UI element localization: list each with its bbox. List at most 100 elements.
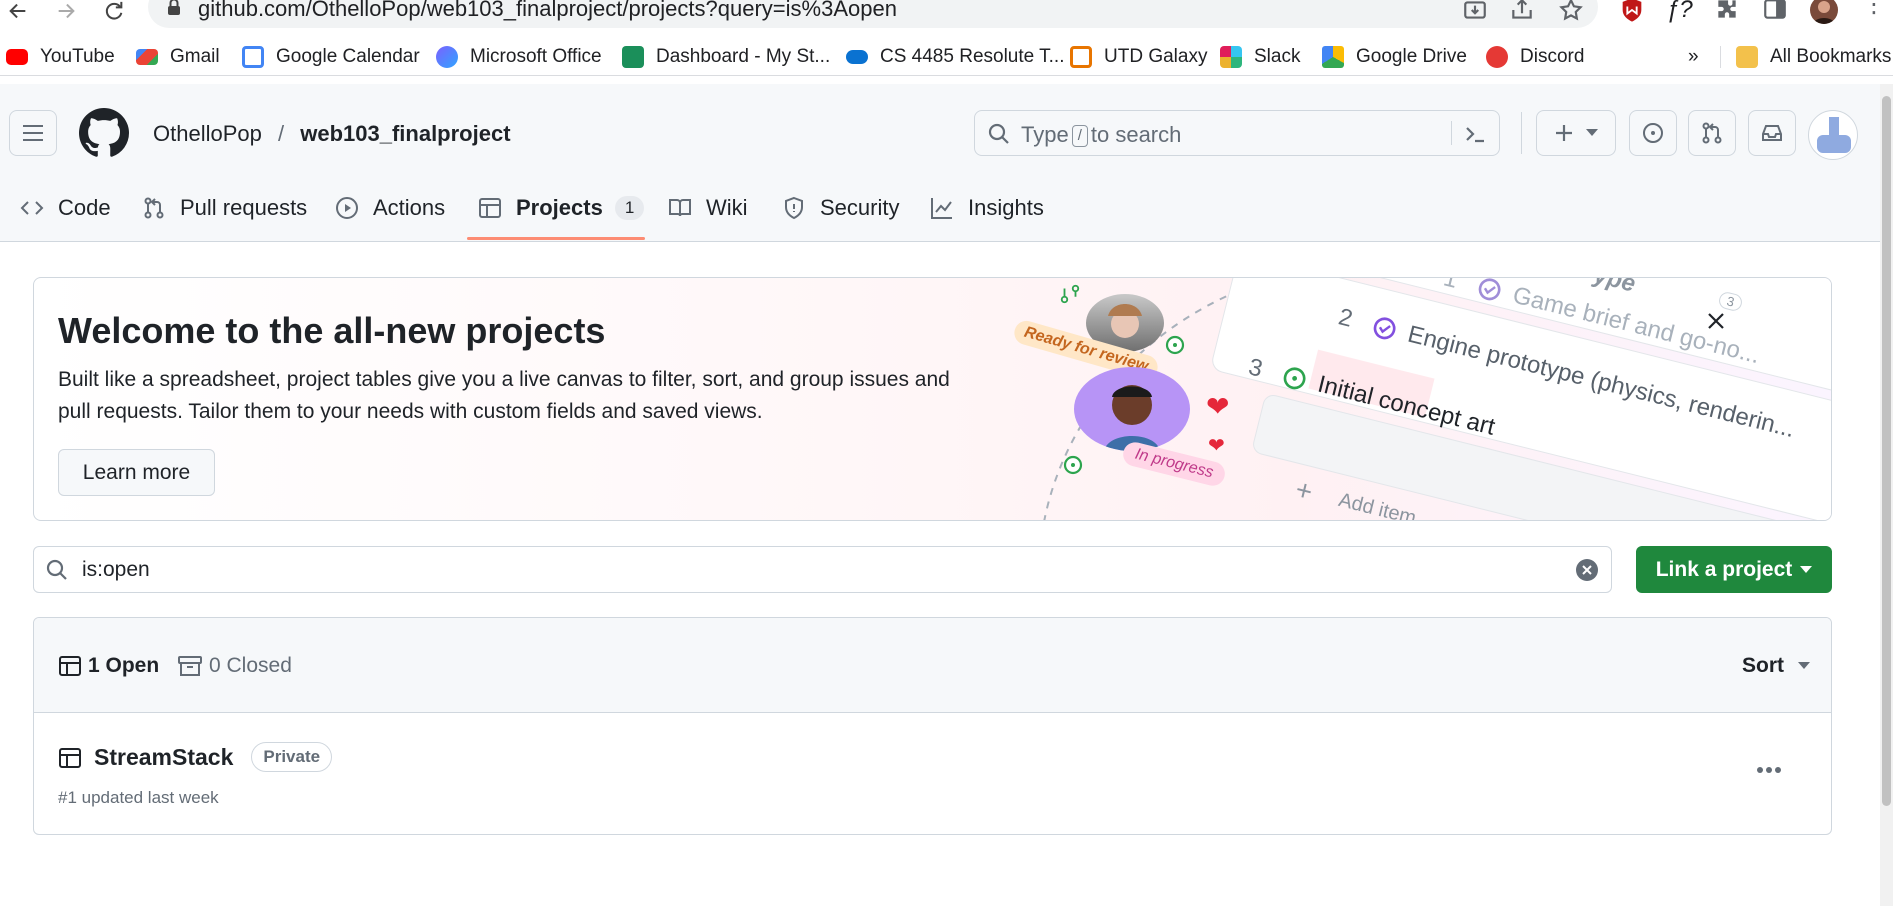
bookmark-slack[interactable]: Slack (1220, 44, 1300, 70)
selected-tab-underline (467, 237, 645, 240)
sidepanel-icon[interactable] (1762, 0, 1790, 24)
assignee-avatar (1074, 367, 1190, 451)
scrollbar-thumb[interactable] (1882, 96, 1891, 806)
sort-dropdown[interactable]: Sort (1742, 654, 1816, 678)
banner-title: Welcome to the all-new projects (58, 310, 606, 351)
forward-icon[interactable] (54, 0, 78, 22)
clear-filter-icon[interactable] (1575, 558, 1599, 582)
heart-icon: ❤ (1208, 435, 1225, 457)
inbox-icon (1762, 125, 1782, 141)
hamburger-menu-button[interactable] (9, 110, 57, 156)
open-filter-tab[interactable]: 1 Open (58, 654, 159, 678)
pr-small-icon (1059, 283, 1081, 305)
welcome-banner: Welcome to the all-new projects Built li… (33, 277, 1832, 521)
calendar-icon (242, 46, 264, 68)
drive-icon (1322, 46, 1344, 68)
search-divider (1451, 121, 1452, 145)
closed-filter-tab[interactable]: 0 Closed (177, 654, 292, 678)
lock-icon (168, 0, 180, 15)
url-text: github.com/OthelloPop/web103_finalprojec… (198, 0, 897, 21)
bookmark-dashboard[interactable]: Dashboard - My St... (622, 44, 830, 70)
formula-extension-icon[interactable]: ƒ? (1666, 0, 1694, 24)
project-row[interactable]: StreamStack Private #1 updated last week (34, 714, 1831, 834)
bookmarks-divider (1720, 46, 1721, 68)
search-icon (46, 559, 67, 580)
caret-down-icon (1586, 129, 1598, 136)
caret-down-icon (1800, 565, 1813, 573)
discord-icon (1486, 46, 1508, 68)
visibility-badge: Private (251, 742, 333, 772)
table-icon (59, 748, 81, 768)
archive-icon (178, 656, 202, 676)
tab-actions[interactable]: Actions (335, 188, 445, 228)
bookmarks-bar: YouTube Gmail Google Calendar Microsoft … (0, 36, 1893, 76)
plus-icon (1556, 125, 1572, 141)
header-divider (1521, 112, 1522, 154)
bookmarks-overflow-button[interactable]: » (1688, 44, 1699, 70)
reload-icon[interactable] (102, 0, 126, 22)
youtube-icon (6, 49, 28, 65)
project-title-line: StreamStack Private (94, 742, 333, 772)
project-meta: #1 updated last week (58, 788, 219, 807)
tab-projects[interactable]: Projects 1 (478, 188, 645, 228)
play-icon (336, 197, 358, 219)
profile-avatar[interactable] (1810, 0, 1838, 24)
github-logo[interactable] (79, 108, 129, 158)
book-icon (669, 199, 691, 217)
star-icon[interactable] (1558, 0, 1584, 23)
onedrive-icon (846, 50, 868, 64)
filter-value: is:open (82, 558, 150, 581)
learn-more-button[interactable]: Learn more (58, 449, 215, 496)
global-search-input[interactable]: Type / to search (974, 110, 1500, 156)
link-project-button[interactable]: Link a project (1636, 546, 1832, 593)
office-icon (436, 46, 458, 68)
browser-menu-icon[interactable]: ⋮ (1862, 0, 1886, 24)
open-issue-icon (1063, 455, 1083, 475)
extensions-icon[interactable] (1714, 0, 1742, 24)
issue-icon (1643, 123, 1663, 143)
breadcrumb-separator: / (277, 121, 285, 146)
tab-code[interactable]: Code (20, 188, 111, 228)
projects-list: 1 Open 0 Closed Sort StreamStack Private… (33, 617, 1832, 835)
table-icon (59, 656, 81, 676)
projects-list-header: 1 Open 0 Closed Sort (34, 618, 1831, 713)
issues-button[interactable] (1629, 110, 1677, 156)
tab-insights[interactable]: Insights (930, 188, 1044, 228)
bookmark-google-drive[interactable]: Google Drive (1322, 44, 1467, 70)
project-title-link[interactable]: StreamStack (94, 744, 233, 771)
install-icon[interactable] (1462, 0, 1488, 23)
slack-icon (1220, 46, 1242, 68)
all-bookmarks[interactable]: All Bookmarks (1736, 44, 1891, 70)
back-icon[interactable] (6, 0, 30, 22)
project-filter-input[interactable]: is:open (33, 546, 1612, 593)
create-new-button[interactable] (1536, 110, 1616, 156)
gmail-icon (136, 49, 158, 65)
bookmark-google-calendar[interactable]: Google Calendar (242, 44, 420, 70)
bookmark-youtube[interactable]: YouTube (6, 44, 115, 70)
utd-icon (1070, 46, 1092, 68)
open-issue-icon (1284, 367, 1306, 390)
tab-pull-requests[interactable]: Pull requests (142, 188, 307, 228)
breadcrumb: OthelloPop / web103_finalproject (153, 121, 511, 147)
command-palette-icon[interactable] (1463, 122, 1487, 146)
bookmark-cs4485[interactable]: CS 4485 Resolute T... (846, 44, 1064, 70)
bookmark-discord[interactable]: Discord (1486, 44, 1584, 70)
graph-icon (931, 198, 952, 219)
bookmark-utd-galaxy[interactable]: UTD Galaxy (1070, 44, 1207, 70)
mcafee-icon[interactable] (1618, 0, 1646, 24)
bookmark-microsoft-office[interactable]: Microsoft Office (436, 44, 602, 70)
close-icon[interactable] (1706, 311, 1726, 331)
more-options-icon[interactable] (1756, 766, 1782, 774)
owner-link[interactable]: OthelloPop (153, 121, 262, 146)
share-icon[interactable] (1509, 0, 1535, 23)
pull-request-icon (144, 197, 164, 219)
bookmark-gmail[interactable]: Gmail (136, 44, 220, 70)
tab-security[interactable]: Security (782, 188, 899, 228)
browser-toolbar: github.com/OthelloPop/web103_finalprojec… (0, 0, 1893, 36)
user-avatar[interactable] (1808, 110, 1858, 160)
inbox-button[interactable] (1748, 110, 1796, 156)
search-placeholder: Type / to search (1021, 122, 1182, 147)
repo-link[interactable]: web103_finalproject (300, 121, 510, 146)
pull-requests-button[interactable] (1688, 110, 1736, 156)
tab-wiki[interactable]: Wiki (668, 188, 748, 228)
